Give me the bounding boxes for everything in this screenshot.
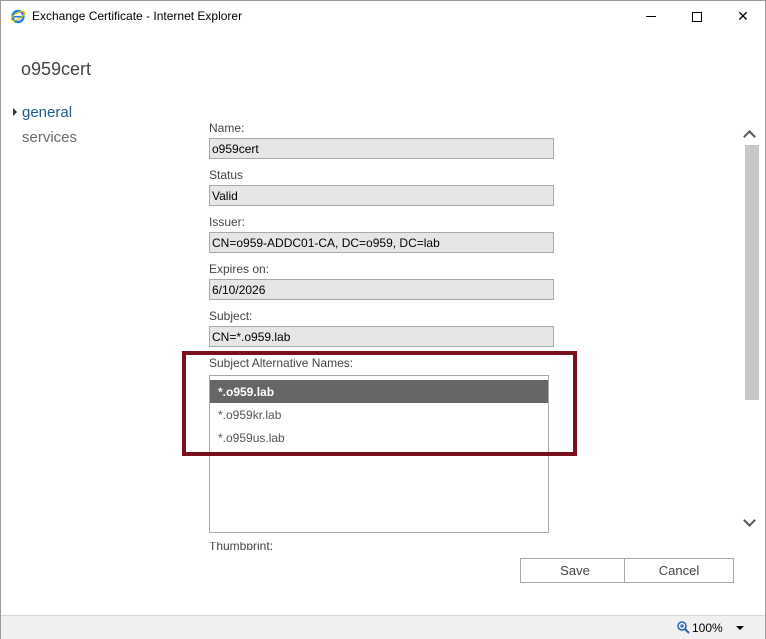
- scrollbar-thumb[interactable]: [745, 145, 759, 400]
- window-title: Exchange Certificate - Internet Explorer: [32, 9, 243, 23]
- close-button[interactable]: ✕: [720, 1, 766, 32]
- zoom-level[interactable]: 100%: [692, 621, 723, 635]
- highlight-annotation-box: [182, 351, 577, 456]
- nav-selected-arrow-icon: [13, 108, 17, 116]
- name-field[interactable]: o959cert: [209, 138, 554, 159]
- minimize-button[interactable]: [628, 1, 674, 32]
- cancel-button[interactable]: Cancel: [624, 558, 734, 583]
- issuer-label: Issuer:: [209, 215, 246, 229]
- internet-explorer-icon: [10, 9, 26, 24]
- page-title: o959cert: [21, 59, 92, 79]
- chevron-down-icon: [743, 514, 756, 527]
- subject-label: Subject:: [209, 309, 253, 323]
- zoom-icon: [677, 621, 690, 634]
- minimize-icon: [646, 16, 656, 17]
- maximize-icon: [692, 11, 702, 22]
- thumbprint-label: Thumbprint:: [209, 542, 274, 550]
- maximize-button[interactable]: [674, 1, 720, 32]
- browser-window: Exchange Certificate - Internet Explorer…: [0, 0, 766, 639]
- nav-item-services[interactable]: services: [22, 129, 77, 146]
- thumbprint-label-clipped: Thumbprint:: [209, 542, 289, 550]
- name-label: Name:: [209, 121, 245, 135]
- title-bar[interactable]: Exchange Certificate - Internet Explorer…: [1, 1, 765, 32]
- expires-label: Expires on:: [209, 262, 270, 276]
- status-field[interactable]: Valid: [209, 185, 554, 206]
- issuer-field[interactable]: CN=o959-ADDC01-CA, DC=o959, DC=lab: [209, 232, 554, 253]
- chevron-up-icon: [743, 130, 756, 143]
- status-bar: 100%: [1, 615, 765, 639]
- zoom-dropdown-icon[interactable]: [736, 626, 744, 630]
- scroll-up-button[interactable]: [743, 127, 756, 143]
- nav-item-general[interactable]: general: [22, 104, 72, 121]
- subject-field[interactable]: CN=*.o959.lab: [209, 326, 554, 347]
- scroll-down-button[interactable]: [743, 514, 756, 527]
- save-button[interactable]: Save: [520, 558, 630, 583]
- status-label: Status: [209, 168, 244, 182]
- expires-field[interactable]: 6/10/2026: [209, 279, 554, 300]
- close-icon: ✕: [737, 8, 749, 24]
